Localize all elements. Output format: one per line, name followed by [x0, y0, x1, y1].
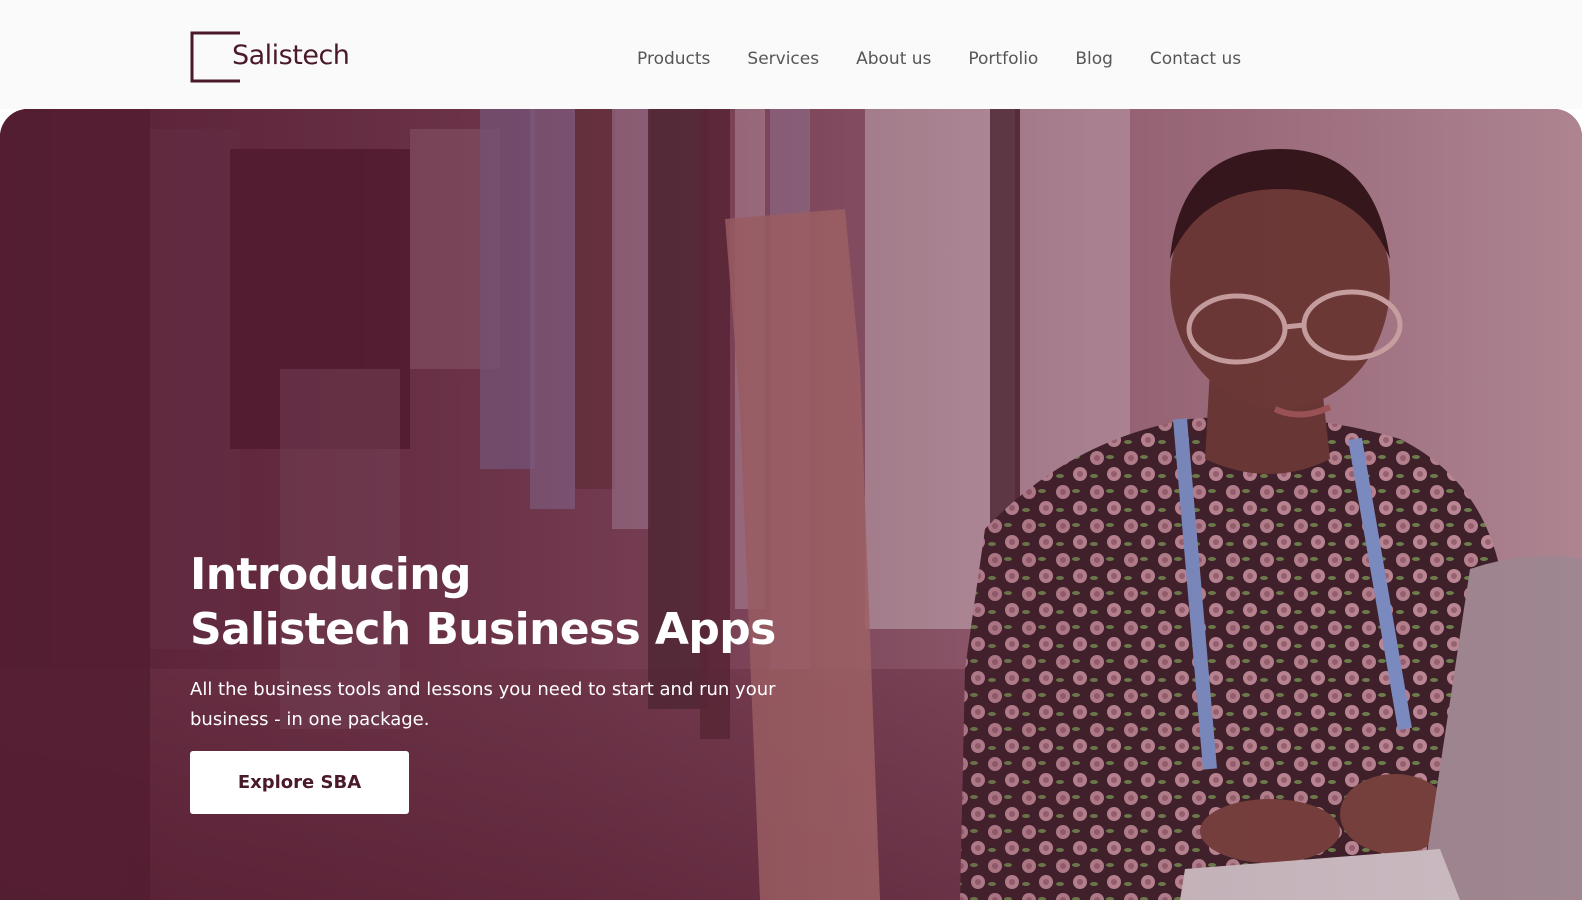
hero-content: Introducing Salistech Business Apps All …	[190, 547, 830, 814]
logo[interactable]: Salistech	[190, 30, 360, 84]
nav-link-contact-us[interactable]: Contact us	[1150, 46, 1241, 72]
explore-sba-button[interactable]: Explore SBA	[190, 751, 409, 814]
main-nav: Products Services About us Portfolio Blo…	[637, 46, 1241, 72]
nav-link-about-us[interactable]: About us	[856, 46, 931, 72]
hero-title-line-2: Salistech Business Apps	[190, 604, 776, 655]
nav-link-products[interactable]: Products	[637, 46, 710, 72]
hero-subtitle: All the business tools and lessons you n…	[190, 679, 776, 730]
hero-title-line-1: Introducing	[190, 549, 471, 600]
nav-link-portfolio[interactable]: Portfolio	[968, 46, 1038, 72]
logo-wordmark: Salistech	[232, 40, 350, 71]
site-header: Salistech Products Services About us Por…	[0, 0, 1582, 109]
nav-link-services[interactable]: Services	[747, 46, 819, 72]
hero-section: Introducing Salistech Business Apps All …	[0, 109, 1582, 900]
hero-title: Introducing Salistech Business Apps	[190, 547, 830, 657]
nav-link-blog[interactable]: Blog	[1075, 46, 1113, 72]
